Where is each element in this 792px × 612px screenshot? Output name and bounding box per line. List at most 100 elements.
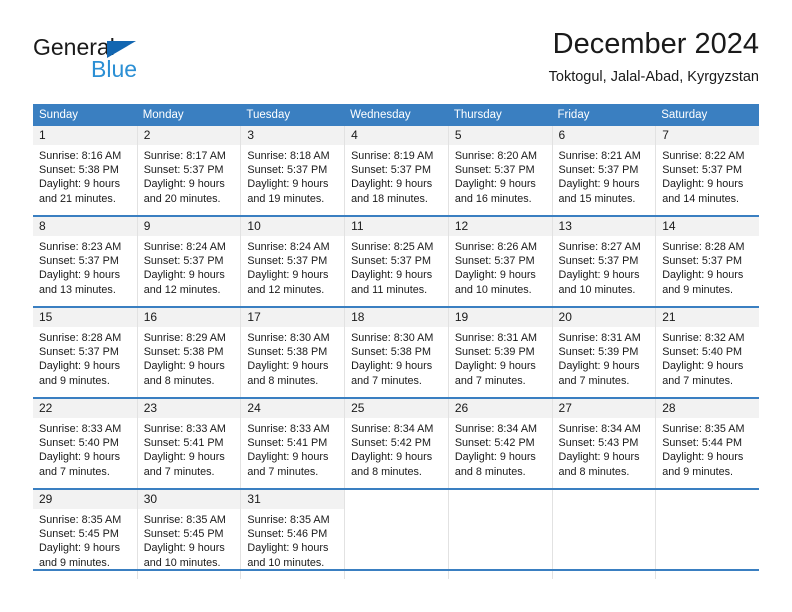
calendar-week-row: 1 Sunrise: 8:16 AM Sunset: 5:38 PM Dayli… [33,126,759,216]
calendar-cell: 2 Sunrise: 8:17 AM Sunset: 5:37 PM Dayli… [136,126,241,216]
sunset-text: Sunset: 5:37 PM [39,255,119,268]
sunset-text: Sunset: 5:38 PM [351,346,431,359]
day-details: Sunrise: 8:25 AM Sunset: 5:37 PM Dayligh… [345,236,448,297]
day-number: 15 [33,308,137,327]
calendar-body: 1 Sunrise: 8:16 AM Sunset: 5:38 PM Dayli… [33,126,759,579]
day-details: Sunrise: 8:33 AM Sunset: 5:40 PM Dayligh… [33,418,137,479]
day-cell[interactable]: 7 Sunrise: 8:22 AM Sunset: 5:37 PM Dayli… [655,126,759,215]
day-cell[interactable]: 24 Sunrise: 8:33 AM Sunset: 5:41 PM Dayl… [240,399,345,488]
weekday-header-saturday: Saturday [655,104,759,126]
weekday-header-tuesday: Tuesday [240,104,345,126]
sunset-text: Sunset: 5:38 PM [39,164,119,177]
sunset-text: Sunset: 5:41 PM [247,437,328,450]
sunset-text: Sunset: 5:38 PM [247,346,328,359]
sunset-text: Sunset: 5:37 PM [454,255,535,268]
day-details: Sunrise: 8:30 AM Sunset: 5:38 PM Dayligh… [345,327,448,388]
day-cell[interactable]: 1 Sunrise: 8:16 AM Sunset: 5:38 PM Dayli… [33,126,137,215]
day-details: Sunrise: 8:35 AM Sunset: 5:45 PM Dayligh… [33,509,137,570]
calendar-cell: 7 Sunrise: 8:22 AM Sunset: 5:37 PM Dayli… [655,126,759,216]
calendar-cell: 20 Sunrise: 8:31 AM Sunset: 5:39 PM Dayl… [551,306,656,398]
daylight-text-line1: Daylight: 9 hours [39,360,121,373]
day-number: 18 [345,308,448,327]
calendar-cell: 10 Sunrise: 8:24 AM Sunset: 5:37 PM Dayl… [240,215,345,307]
day-number: 13 [552,217,656,236]
day-cell[interactable]: 11 Sunrise: 8:25 AM Sunset: 5:37 PM Dayl… [344,217,448,306]
daylight-text-line1: Daylight: 9 hours [39,178,121,191]
generalblue-logo[interactable]: General Blue [33,34,233,86]
daylight-text-line1: Daylight: 9 hours [662,269,744,282]
day-cell[interactable]: 31 Sunrise: 8:35 AM Sunset: 5:46 PM Dayl… [240,490,345,579]
day-cell[interactable]: 20 Sunrise: 8:31 AM Sunset: 5:39 PM Dayl… [551,308,656,397]
day-cell[interactable]: 25 Sunrise: 8:34 AM Sunset: 5:42 PM Dayl… [344,399,448,488]
daylight-text-line1: Daylight: 9 hours [143,542,225,555]
day-number: 16 [137,308,241,327]
day-number: 7 [656,126,759,145]
daylight-text-line1: Daylight: 9 hours [662,360,744,373]
day-cell[interactable]: 12 Sunrise: 8:26 AM Sunset: 5:37 PM Dayl… [447,217,552,306]
day-cell[interactable]: 30 Sunrise: 8:35 AM Sunset: 5:45 PM Dayl… [136,490,241,579]
sunrise-text: Sunrise: 8:26 AM [454,241,538,253]
sunset-text: Sunset: 5:46 PM [247,528,328,541]
sunrise-text: Sunrise: 8:24 AM [143,241,226,253]
day-cell[interactable]: 28 Sunrise: 8:35 AM Sunset: 5:44 PM Dayl… [655,399,759,488]
sunset-text: Sunset: 5:37 PM [454,164,535,177]
calendar-cell: 21 Sunrise: 8:32 AM Sunset: 5:40 PM Dayl… [655,306,759,398]
day-details: Sunrise: 8:27 AM Sunset: 5:37 PM Dayligh… [553,236,656,297]
calendar-cell: 5 Sunrise: 8:20 AM Sunset: 5:37 PM Dayli… [447,126,552,216]
day-details: Sunrise: 8:32 AM Sunset: 5:40 PM Dayligh… [656,327,759,388]
day-cell[interactable]: 15 Sunrise: 8:28 AM Sunset: 5:37 PM Dayl… [33,308,137,397]
sunset-text: Sunset: 5:42 PM [454,437,535,450]
day-cell[interactable]: 5 Sunrise: 8:20 AM Sunset: 5:37 PM Dayli… [447,126,552,215]
daylight-text-line1: Daylight: 9 hours [558,360,640,373]
sunrise-text: Sunrise: 8:21 AM [558,150,641,162]
day-cell[interactable]: 10 Sunrise: 8:24 AM Sunset: 5:37 PM Dayl… [240,217,345,306]
day-cell[interactable]: 29 Sunrise: 8:35 AM Sunset: 5:45 PM Dayl… [33,490,137,579]
day-number [552,490,656,509]
daylight-text-line2: and 9 minutes. [39,556,110,569]
day-cell[interactable]: 22 Sunrise: 8:33 AM Sunset: 5:40 PM Dayl… [33,399,137,488]
day-cell[interactable]: 6 Sunrise: 8:21 AM Sunset: 5:37 PM Dayli… [551,126,656,215]
day-cell[interactable]: 16 Sunrise: 8:29 AM Sunset: 5:38 PM Dayl… [136,308,241,397]
day-number: 26 [448,399,552,418]
day-cell[interactable]: 27 Sunrise: 8:34 AM Sunset: 5:43 PM Dayl… [551,399,656,488]
daylight-text-line1: Daylight: 9 hours [454,451,536,464]
day-number [448,490,552,509]
day-cell[interactable]: 13 Sunrise: 8:27 AM Sunset: 5:37 PM Dayl… [551,217,656,306]
daylight-text-line2: and 9 minutes. [39,374,110,387]
sunset-text: Sunset: 5:37 PM [558,255,639,268]
day-cell[interactable]: 3 Sunrise: 8:18 AM Sunset: 5:37 PM Dayli… [240,126,345,215]
sunrise-text: Sunrise: 8:33 AM [247,423,330,435]
day-cell[interactable]: 14 Sunrise: 8:28 AM Sunset: 5:37 PM Dayl… [655,217,759,306]
day-cell[interactable]: 2 Sunrise: 8:17 AM Sunset: 5:37 PM Dayli… [136,126,241,215]
calendar-cell: 6 Sunrise: 8:21 AM Sunset: 5:37 PM Dayli… [551,126,656,216]
day-details: Sunrise: 8:34 AM Sunset: 5:42 PM Dayligh… [345,418,448,479]
daylight-text-line2: and 11 minutes. [351,283,428,296]
sunset-text: Sunset: 5:38 PM [143,346,224,359]
daylight-text-line2: and 7 minutes. [39,465,110,478]
sunset-text: Sunset: 5:37 PM [662,164,743,177]
day-number: 21 [656,308,759,327]
sunrise-text: Sunrise: 8:25 AM [351,241,434,253]
daylight-text-line1: Daylight: 9 hours [39,269,121,282]
day-cell[interactable]: 23 Sunrise: 8:33 AM Sunset: 5:41 PM Dayl… [136,399,241,488]
day-cell[interactable]: 26 Sunrise: 8:34 AM Sunset: 5:42 PM Dayl… [447,399,552,488]
daylight-text-line1: Daylight: 9 hours [454,360,536,373]
day-cell[interactable]: 9 Sunrise: 8:24 AM Sunset: 5:37 PM Dayli… [136,217,241,306]
day-details: Sunrise: 8:33 AM Sunset: 5:41 PM Dayligh… [138,418,241,479]
daylight-text-line2: and 7 minutes. [143,465,215,478]
day-cell[interactable]: 21 Sunrise: 8:32 AM Sunset: 5:40 PM Dayl… [655,308,759,397]
day-cell[interactable]: 8 Sunrise: 8:23 AM Sunset: 5:37 PM Dayli… [33,217,137,306]
calendar-cell: 30 Sunrise: 8:35 AM Sunset: 5:45 PM Dayl… [136,488,241,579]
sunset-text: Sunset: 5:40 PM [39,437,119,450]
calendar-cell: 14 Sunrise: 8:28 AM Sunset: 5:37 PM Dayl… [655,215,759,307]
day-cell[interactable]: 18 Sunrise: 8:30 AM Sunset: 5:38 PM Dayl… [344,308,448,397]
day-number: 1 [33,126,137,145]
daylight-text-line1: Daylight: 9 hours [351,269,433,282]
calendar-cell: 16 Sunrise: 8:29 AM Sunset: 5:38 PM Dayl… [136,306,241,398]
day-number: 24 [241,399,345,418]
sunrise-text: Sunrise: 8:32 AM [662,332,745,344]
day-cell[interactable]: 4 Sunrise: 8:19 AM Sunset: 5:37 PM Dayli… [344,126,448,215]
day-cell[interactable]: 17 Sunrise: 8:30 AM Sunset: 5:38 PM Dayl… [240,308,345,397]
day-cell[interactable]: 19 Sunrise: 8:31 AM Sunset: 5:39 PM Dayl… [447,308,552,397]
day-details: Sunrise: 8:21 AM Sunset: 5:37 PM Dayligh… [553,145,656,206]
